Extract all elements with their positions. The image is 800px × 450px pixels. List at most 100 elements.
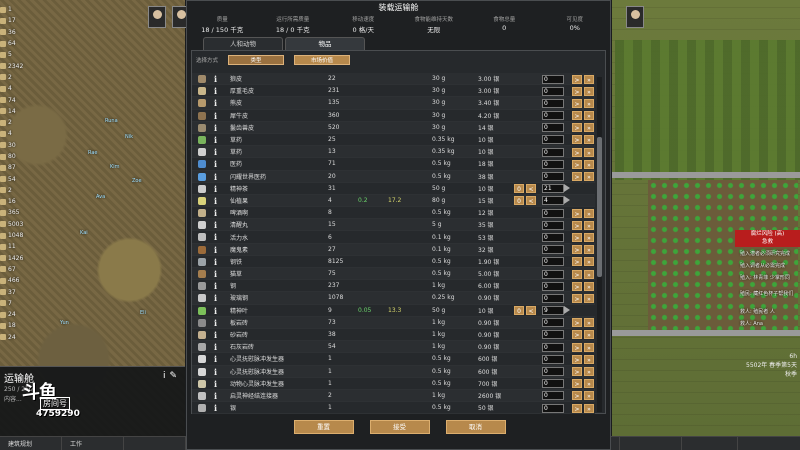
info-icon[interactable]: i <box>214 159 217 169</box>
resource-item[interactable]: 87 <box>0 162 34 173</box>
item-row[interactable]: i 精神茶 31 50 g 10 银 0 <21 <box>192 183 595 195</box>
increase-button[interactable]: > <box>572 330 582 340</box>
reset-button[interactable]: 重置 <box>293 420 354 434</box>
resource-item[interactable]: 16 <box>0 196 34 207</box>
increase-all-button[interactable]: » <box>584 342 594 352</box>
resource-item[interactable]: 7 <box>0 298 34 309</box>
resource-item[interactable]: 5003 <box>0 219 34 230</box>
quantity-field[interactable]: 0 <box>542 172 564 181</box>
item-row[interactable]: i 心灵抚慰脉冲发生器 1 0.5 kg 600 银 0 >» <box>192 365 595 378</box>
increase-all-button[interactable]: » <box>584 281 594 291</box>
quantity-field[interactable]: 21 <box>542 184 564 194</box>
resource-item[interactable]: 4 <box>0 128 34 139</box>
increase-all-button[interactable]: » <box>584 86 594 96</box>
sort-by-market-value-button[interactable]: 市场价值 <box>294 55 351 65</box>
resource-item[interactable]: 365 <box>0 207 34 218</box>
info-icon[interactable]: i <box>214 208 217 218</box>
increase-all-button[interactable]: » <box>584 354 594 364</box>
info-icon[interactable]: i <box>214 220 217 230</box>
resource-item[interactable]: 64 <box>0 38 34 49</box>
info-icon[interactable]: i <box>214 86 217 96</box>
quantity-field[interactable]: 0 <box>542 318 564 328</box>
increase-button[interactable]: > <box>572 74 582 84</box>
alert-item[interactable]: 救人: 殖民者 人 <box>740 308 775 315</box>
increase-button[interactable]: > <box>572 147 582 157</box>
info-icon[interactable]: i <box>214 281 217 291</box>
item-row[interactable]: i 精神叶 9 0.05 13.3 50 g 10 银 0 <9 <box>192 305 595 317</box>
increase-button[interactable]: > <box>572 98 582 108</box>
colonist-label[interactable]: Nik <box>125 134 133 140</box>
item-row[interactable]: i 熊皮 135 30 g 3.40 银 0 >» <box>192 97 595 110</box>
quantity-field[interactable]: 0 <box>542 293 564 303</box>
increase-all-button[interactable]: » <box>584 98 594 108</box>
resource-item[interactable]: 5 <box>0 49 34 60</box>
resource-item[interactable]: 17 <box>0 15 34 26</box>
scrollbar[interactable] <box>597 77 602 412</box>
quantity-field[interactable]: 0 <box>542 257 564 267</box>
item-row[interactable]: i 动物心灵脉冲发生器 1 0.5 kg 700 银 0 >» <box>192 378 595 390</box>
resource-item[interactable]: 18 <box>0 320 34 331</box>
colonist-portrait[interactable] <box>626 6 644 28</box>
colonist-label[interactable]: Rae <box>88 150 98 156</box>
tab-pawns[interactable]: 人和动物 <box>203 37 283 50</box>
item-row[interactable]: i 银 1 0.5 kg 50 银 0 >» <box>192 402 595 415</box>
increase-all-button[interactable]: » <box>584 257 594 267</box>
increase-button[interactable]: > <box>572 245 582 255</box>
quantity-field[interactable]: 0 <box>542 159 564 169</box>
quantity-field[interactable]: 0 <box>542 74 564 84</box>
info-icon[interactable]: i <box>214 367 217 377</box>
increase-all-button[interactable]: » <box>584 232 594 242</box>
increase-all-button[interactable]: » <box>584 245 594 255</box>
increase-button[interactable]: > <box>572 232 582 242</box>
item-row[interactable]: i 启灵神经结连接器 2 1 kg 2600 银 0 >» <box>192 389 595 403</box>
quantity-field[interactable]: 9 <box>542 306 564 316</box>
increase-all-button[interactable]: » <box>584 379 594 389</box>
increase-button[interactable]: > <box>572 391 582 401</box>
decrease-all-button[interactable]: 0 <box>514 306 524 316</box>
item-row[interactable]: i 猫草 75 0.5 kg 5.00 银 0 >» <box>192 268 595 281</box>
quantity-field[interactable]: 0 <box>542 208 564 218</box>
tab-architect[interactable]: 建筑规划 <box>0 437 62 450</box>
item-row[interactable]: i 医药 71 0.5 kg 18 银 0 >» <box>192 158 595 171</box>
item-row[interactable]: i 砂岩砖 38 1 kg 0.90 银 0 >» <box>192 329 595 342</box>
info-icon[interactable]: i <box>214 306 217 316</box>
quantity-field[interactable]: 0 <box>542 354 564 364</box>
info-icon[interactable]: i <box>214 147 217 157</box>
alert-item[interactable]: 殖入调者从必需完成 <box>740 262 785 269</box>
info-icon[interactable]: i <box>214 342 217 352</box>
increase-button[interactable]: > <box>572 318 582 328</box>
increase-all-button[interactable]: » <box>584 172 594 181</box>
resource-item[interactable]: 11 <box>0 241 34 252</box>
item-row[interactable]: i 鬣齿兽皮 520 30 g 14 银 0 >» <box>192 121 595 134</box>
alert-item[interactable]: 殖入潜者必须研究完成 <box>740 250 790 257</box>
info-icon[interactable]: i <box>214 379 217 389</box>
resource-item[interactable]: 2 <box>0 72 34 83</box>
info-icon[interactable]: i <box>214 330 217 340</box>
quantity-field[interactable]: 0 <box>542 220 564 230</box>
info-icon[interactable]: i <box>214 196 217 206</box>
item-row[interactable]: i 清醒丸 15 5 g 35 银 0 >» <box>192 219 595 232</box>
alert-rot-risk[interactable]: 腐烂风险 (高) 急救 <box>735 230 800 247</box>
increase-all-button[interactable]: » <box>584 220 594 230</box>
item-row[interactable]: i 钢铁 8125 0.5 kg 1.90 银 0 >» <box>192 256 595 268</box>
increase-button[interactable]: > <box>572 159 582 169</box>
quantity-field[interactable]: 0 <box>542 330 564 340</box>
quantity-field[interactable]: 0 <box>542 98 564 108</box>
left-map[interactable]: 1 17 36 64 5 2342 2 4 74 14 2 4 30 80 87 54 2 16 365 5003 10… <box>0 0 190 450</box>
resource-item[interactable]: 1426 <box>0 253 34 264</box>
quantity-field[interactable]: 0 <box>542 135 564 145</box>
colonist-label[interactable]: Yun <box>60 320 69 326</box>
crop-field[interactable] <box>615 40 800 180</box>
colonist-label[interactable]: Kim <box>110 164 120 170</box>
tab-history[interactable] <box>620 437 682 450</box>
resource-item[interactable]: 2 <box>0 185 34 196</box>
item-row[interactable]: i 草药 13 0.35 kg 10 银 0 >» <box>192 146 595 159</box>
info-icon[interactable]: i <box>214 245 217 255</box>
item-row[interactable]: i 玻璃钢 1078 0.25 kg 0.90 银 0 >» <box>192 292 595 305</box>
item-row[interactable]: i 厚重毛皮 231 30 g 3.00 银 0 >» <box>192 85 595 98</box>
quantity-field[interactable]: 4 <box>542 196 564 206</box>
increase-all-button[interactable]: » <box>584 147 594 157</box>
increase-all-button[interactable]: » <box>584 403 594 413</box>
info-icon[interactable]: i <box>214 403 217 413</box>
decrease-button[interactable]: < <box>526 196 536 206</box>
